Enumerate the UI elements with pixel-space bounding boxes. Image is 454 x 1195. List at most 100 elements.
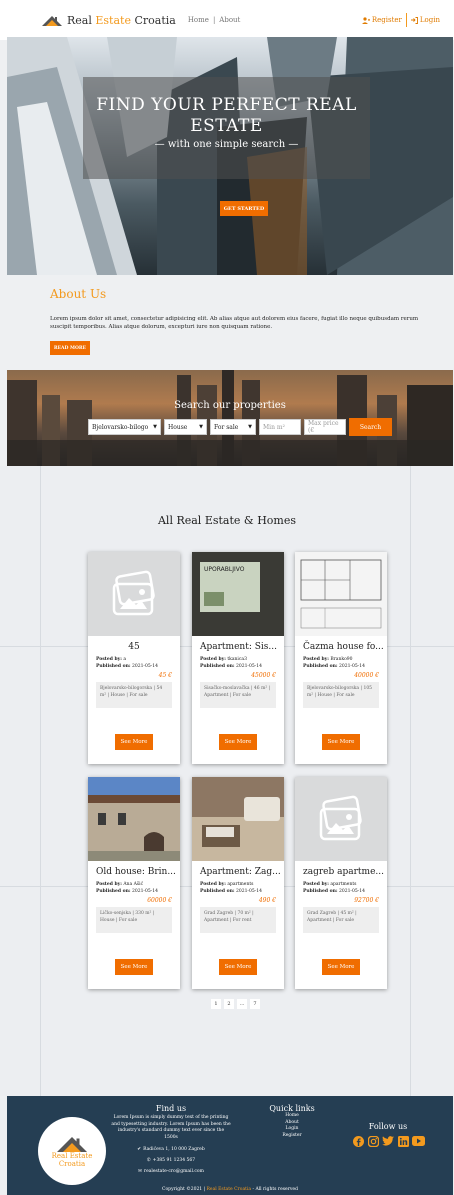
read-more-button[interactable]: READ MORE (50, 341, 90, 355)
location-icon: ✔ (137, 1147, 142, 1152)
min-area-input[interactable]: Min m² (259, 419, 301, 435)
about-title: About Us (50, 287, 107, 301)
listings-section: All Real Estate & Homes 45 Posted by: a … (0, 466, 454, 1096)
search-button[interactable]: Search (349, 418, 392, 436)
page-ellipsis: ... (237, 999, 247, 1009)
sign-in-icon (410, 16, 418, 24)
youtube-icon[interactable] (411, 1135, 425, 1147)
card-info: Bjelovarsko-bilogorska | 54 m² | House |… (96, 682, 172, 708)
search-title: Search our properties (174, 400, 286, 411)
page-link[interactable]: 7 (250, 999, 260, 1009)
image-placeholder-icon (112, 570, 155, 616)
card-info: Ličko-senjska | 330 m² | House | For sal… (96, 907, 172, 933)
card-photo-sign (192, 552, 284, 636)
chevron-down-icon: ▼ (248, 424, 252, 430)
footer: Real Estate Croatia Find us Lorem Ipsum … (7, 1096, 453, 1195)
get-started-button[interactable]: GET STARTED (220, 201, 268, 216)
status-select[interactable]: For sale ▼ (210, 419, 256, 435)
listings-title: All Real Estate & Homes (157, 514, 296, 527)
card-photo-interior (192, 777, 284, 861)
page-link[interactable]: 1 (211, 999, 221, 1009)
property-card[interactable]: Apartment: Zag... Posted by: apartments … (192, 777, 284, 989)
property-card[interactable]: zagreb apartme... Posted by: apartments … (295, 777, 387, 989)
hero-overlay-box: FIND YOUR PERFECT REAL ESTATE — with one … (83, 77, 370, 179)
see-more-button[interactable]: See More (219, 959, 257, 975)
register-link[interactable]: Register (358, 16, 406, 24)
card-title: Čazma house fo... (303, 642, 384, 652)
footer-logo: Real Estate Croatia (38, 1117, 106, 1185)
card-photo-floorplan (300, 559, 382, 629)
follow-us-title: Follow us (368, 1122, 408, 1131)
card-info: Sisačko-moslavačka | 46 m² | Apartment |… (200, 682, 276, 708)
find-us-title: Find us (155, 1104, 187, 1113)
linkedin-icon[interactable] (396, 1135, 410, 1147)
type-select[interactable]: House ▼ (164, 419, 207, 435)
brand-logo-link[interactable]: Real Estate Croatia (42, 14, 176, 27)
copyright: Copyright ©2021 | Real Estate Croatia - … (162, 1187, 298, 1192)
about-section: About Us Lorem ipsum dolor sit amet, con… (0, 275, 454, 370)
see-more-button[interactable]: See More (115, 734, 153, 750)
chevron-down-icon: ▼ (199, 424, 203, 430)
user-plus-icon (361, 16, 370, 24)
quick-links-block: Quick links Home About Login Register (262, 1104, 322, 1139)
hero-section: FIND YOUR PERFECT REAL ESTATE — with one … (7, 37, 453, 275)
copyright-brand-link[interactable]: Real Estate Croatia (207, 1187, 252, 1192)
follow-us-block: Follow us (350, 1122, 426, 1147)
card-price: 490 € (258, 897, 276, 904)
quick-links-title: Quick links (269, 1104, 315, 1113)
card-price: 60000 € (147, 897, 172, 904)
card-title: Apartment: Zag... (200, 867, 281, 877)
card-info: Grad Zagreb | 70 m² | Apartment | For re… (200, 907, 276, 933)
address: ✔ Radićeva 1, 10 000 Zagreb (137, 1147, 205, 1152)
envelope-icon: ✉ (138, 1169, 142, 1174)
card-image: UPORABLJIVO (192, 552, 284, 636)
card-image (88, 552, 180, 636)
page-link[interactable]: 2 (224, 999, 234, 1009)
phone-icon: ✆ (146, 1158, 151, 1163)
see-more-button[interactable]: See More (219, 734, 257, 750)
search-form: Bjelovarsko-bilogo ▼ House ▼ For sale ▼ Min… (88, 418, 392, 436)
card-title: zagreb apartme... (303, 867, 384, 877)
card-info: Bjelovarsko-bilogorska | 105 m² | House … (303, 682, 379, 708)
login-link[interactable]: Login (407, 16, 444, 24)
nav-home-link[interactable]: Home (188, 16, 209, 24)
property-card[interactable]: UPORABLJIVO Apartment: Sis... Posted by:… (192, 552, 284, 764)
card-price: 45 € (158, 672, 172, 679)
card-title: 45 (128, 642, 140, 652)
chevron-down-icon: ▼ (153, 424, 157, 430)
phone: ✆ +385 91 1234 567 (146, 1158, 196, 1163)
facebook-icon[interactable] (351, 1135, 365, 1147)
see-more-button[interactable]: See More (322, 734, 360, 750)
instagram-icon[interactable] (366, 1135, 380, 1147)
property-card[interactable]: 45 Posted by: a Published on: 2021-05-14… (88, 552, 180, 764)
top-navbar: Real Estate Croatia Home | About Registe… (0, 0, 454, 40)
property-card[interactable]: Old house: Brin... Posted by: Ana Ašić P… (88, 777, 180, 989)
email: ✉ realestate-cro@gmail.com (138, 1169, 204, 1174)
see-more-button[interactable]: See More (322, 959, 360, 975)
pagination: 1 2 ... 7 (211, 999, 260, 1009)
footer-link-register[interactable]: Register (262, 1133, 322, 1140)
brand-name: Real Estate Croatia (67, 13, 176, 27)
hero-subtitle: — with one simple search — (154, 139, 299, 150)
card-image (295, 777, 387, 861)
card-info: Grad Zagreb | 45 m² | Apartment | For sa… (303, 907, 379, 933)
search-section: Search our properties Bjelovarsko-bilogo… (7, 370, 453, 466)
card-image (88, 777, 180, 861)
nav-about-link[interactable]: About (219, 16, 240, 24)
card-photo-house (88, 777, 180, 861)
card-title: Apartment: Sis... (200, 642, 277, 652)
card-title: Old house: Brin... (96, 867, 176, 877)
about-text: Lorem ipsum dolor sit amet, consectetur … (50, 316, 419, 330)
sign-text: UPORABLJIVO (204, 566, 245, 573)
see-more-button[interactable]: See More (115, 959, 153, 975)
find-us-text: Lorem Ipsum is simply dummy text of the … (111, 1115, 231, 1140)
max-price-input[interactable]: Max price (€ (304, 419, 346, 435)
card-image (192, 777, 284, 861)
county-select[interactable]: Bjelovarsko-bilogo ▼ (88, 419, 161, 435)
hero-title: FIND YOUR PERFECT REAL ESTATE (96, 95, 357, 136)
card-price: 40000 € (354, 672, 379, 679)
card-price: 92700 € (354, 897, 379, 904)
house-logo-icon (57, 1137, 87, 1152)
twitter-icon[interactable] (381, 1135, 395, 1147)
property-card[interactable]: Čazma house fo... Posted by: Branko90 Pu… (295, 552, 387, 764)
